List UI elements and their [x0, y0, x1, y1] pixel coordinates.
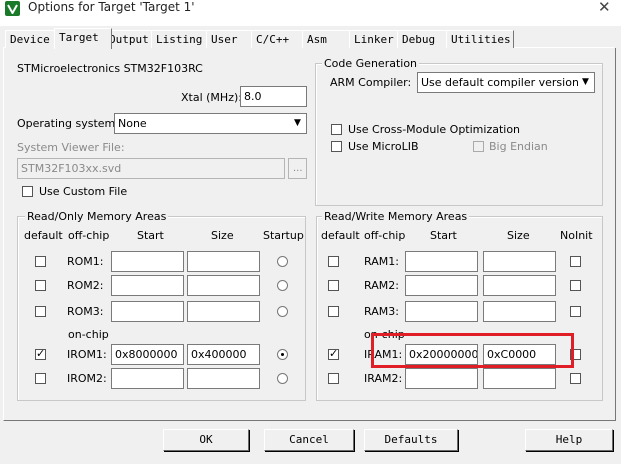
cross-module-checkbox[interactable]	[331, 124, 342, 135]
code-generation-title: Code Generation	[322, 57, 420, 70]
big-endian-label: Big Endian	[489, 140, 548, 153]
tab-device[interactable]: Device	[5, 30, 61, 48]
irom2-label: IROM2:	[67, 372, 107, 385]
rom1-start-input[interactable]	[111, 251, 184, 272]
ro-header-startup: Startup	[263, 229, 304, 242]
irom2-start-input[interactable]	[111, 368, 184, 389]
highlight-box	[371, 333, 574, 368]
custom-file-checkbox[interactable]	[22, 186, 33, 197]
irom2-default-checkbox[interactable]	[35, 373, 46, 384]
rw-header-default: default	[321, 229, 360, 242]
os-label: Operating system:	[17, 117, 119, 130]
rom2-label: ROM2:	[67, 279, 104, 292]
iram2-start-input[interactable]	[405, 368, 478, 389]
svd-label: System Viewer File:	[17, 141, 125, 154]
irom2-size-input[interactable]	[187, 368, 260, 389]
svd-browse-button: ...	[288, 158, 307, 179]
ram3-label: RAM3:	[364, 305, 399, 318]
tab-listing[interactable]: Listing	[151, 30, 207, 48]
ram2-size-input[interactable]	[483, 275, 556, 296]
iram2-size-input[interactable]	[483, 368, 556, 389]
ro-header-default: default	[24, 229, 63, 242]
tab-debug[interactable]: Debug	[397, 30, 449, 48]
rw-header-start: Start	[430, 229, 457, 242]
window-title: Options for Target 'Target 1'	[28, 0, 195, 14]
tab-linker[interactable]: Linker	[349, 30, 401, 48]
rom1-size-input[interactable]	[187, 251, 260, 272]
ro-onchip-label: on-chip	[68, 328, 109, 341]
xtal-input[interactable]: 8.0	[240, 86, 307, 107]
device-name: STMicroelectronics STM32F103RC	[17, 62, 203, 75]
cancel-button[interactable]: Cancel	[264, 429, 354, 451]
chevron-down-icon[interactable]: ▼	[290, 115, 305, 132]
ram3-default-checkbox[interactable]	[328, 306, 339, 317]
ram1-size-input[interactable]	[483, 251, 556, 272]
iram2-default-checkbox[interactable]	[328, 373, 339, 384]
help-button[interactable]: Help	[525, 429, 613, 451]
iram2-noinit-checkbox[interactable]	[570, 373, 581, 384]
arm-compiler-select[interactable]: Use default compiler version 5 ▼	[417, 72, 595, 93]
ro-header-offchip: off-chip	[68, 229, 110, 242]
rom2-start-input[interactable]	[111, 275, 184, 296]
tab-asm[interactable]: Asm	[302, 30, 350, 48]
rom1-label: ROM1:	[67, 255, 104, 268]
rom2-default-checkbox[interactable]	[35, 280, 46, 291]
ram1-label: RAM1:	[364, 255, 399, 268]
rom1-startup-radio[interactable]	[277, 256, 288, 267]
ram2-start-input[interactable]	[405, 275, 478, 296]
rom3-start-input[interactable]	[111, 301, 184, 322]
irom1-start-input[interactable]: 0x8000000	[111, 344, 184, 365]
ram1-default-checkbox[interactable]	[328, 256, 339, 267]
arm-compiler-value: Use default compiler version 5	[421, 76, 590, 89]
ro-memory-title: Read/Only Memory Areas	[25, 210, 169, 223]
ram3-size-input[interactable]	[483, 301, 556, 322]
close-icon[interactable]: ✕	[598, 0, 611, 16]
rw-header-offchip: off-chip	[364, 229, 406, 242]
microlib-checkbox[interactable]	[331, 141, 342, 152]
app-icon	[5, 1, 20, 16]
irom1-default-checkbox[interactable]	[35, 347, 46, 360]
rom3-default-checkbox[interactable]	[35, 306, 46, 317]
rom3-size-input[interactable]	[187, 301, 260, 322]
irom1-label: IROM1:	[67, 348, 107, 361]
ram3-noinit-checkbox[interactable]	[570, 306, 581, 317]
irom1-startup-radio[interactable]	[277, 349, 288, 360]
irom2-startup-radio[interactable]	[277, 373, 288, 384]
os-select[interactable]: None ▼	[114, 113, 307, 134]
tab-c-cpp[interactable]: C/C++	[251, 30, 305, 48]
custom-file-label: Use Custom File	[39, 185, 128, 198]
irom1-size-input[interactable]: 0x400000	[187, 344, 260, 365]
ram2-default-checkbox[interactable]	[328, 280, 339, 291]
chevron-down-icon[interactable]: ▼	[578, 74, 593, 91]
ram1-start-input[interactable]	[405, 251, 478, 272]
os-value: None	[118, 117, 147, 130]
xtal-label: Xtal (MHz):	[181, 91, 242, 104]
arm-compiler-label: ARM Compiler:	[330, 76, 412, 89]
ram2-noinit-checkbox[interactable]	[570, 280, 581, 291]
big-endian-checkbox	[473, 141, 484, 152]
ram2-label: RAM2:	[364, 279, 399, 292]
cross-module-label: Use Cross-Module Optimization	[348, 123, 521, 136]
rw-header-size: Size	[507, 229, 530, 242]
ro-header-size: Size	[211, 229, 234, 242]
iram2-label: IRAM2:	[364, 372, 403, 385]
rw-memory-title: Read/Write Memory Areas	[322, 210, 470, 223]
tab-utilities[interactable]: Utilities	[446, 30, 514, 48]
microlib-label: Use MicroLIB	[348, 140, 419, 153]
rom2-startup-radio[interactable]	[277, 280, 288, 291]
iram1-default-checkbox[interactable]	[328, 347, 339, 360]
svd-input: STM32F103xx.svd	[17, 158, 285, 179]
ro-header-start: Start	[137, 229, 164, 242]
rom3-startup-radio[interactable]	[277, 306, 288, 317]
ram3-start-input[interactable]	[405, 301, 478, 322]
rom3-label: ROM3:	[67, 305, 104, 318]
ram1-noinit-checkbox[interactable]	[570, 256, 581, 267]
rom2-size-input[interactable]	[187, 275, 260, 296]
defaults-button[interactable]: Defaults	[364, 429, 458, 451]
tab-user[interactable]: User	[206, 30, 254, 48]
rom1-default-checkbox[interactable]	[35, 256, 46, 267]
rw-header-noinit: NoInit	[560, 229, 593, 242]
ok-button[interactable]: OK	[163, 429, 249, 451]
tab-target[interactable]: Target	[54, 28, 112, 49]
